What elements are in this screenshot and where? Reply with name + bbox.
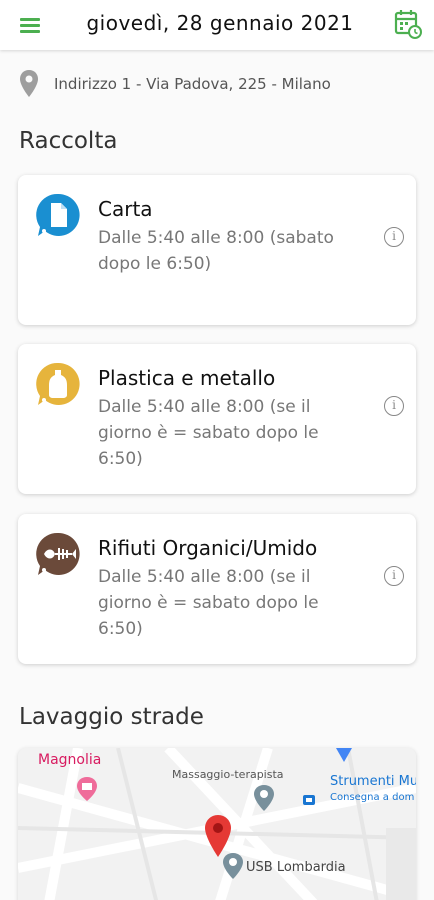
address-row[interactable]: Indirizzo 1 - Via Padova, 225 - Milano [18,66,331,102]
card-title: Plastica e metallo [98,366,276,390]
card-description: Dalle 5:40 alle 8:00 (se il giorno è = s… [98,567,319,639]
location-pin-icon [20,70,38,97]
card-title: Carta [98,197,153,221]
map-view[interactable]: Magnolia Massaggio-terapista Strumenti M… [18,748,416,900]
calendar-icon[interactable] [394,9,422,39]
app-bar: giovedì, 28 gennaio 2021 [0,0,434,50]
fish-bone-icon [36,532,80,575]
info-icon[interactable]: i [384,396,404,416]
map-label-strumenti: Strumenti Mu [330,774,416,789]
card-description: Dalle 5:40 alle 8:00 (sabato dopo le 6:5… [98,228,334,274]
card-description: Dalle 5:40 alle 8:00 (se il giorno è = s… [98,397,319,469]
map-label-massaggio: Massaggio-terapista [172,768,284,781]
paper-icon [36,193,80,236]
navigation-arrow-icon [336,748,352,762]
place-pin-icon [254,785,274,811]
collection-card-paper[interactable]: Carta Dalle 5:40 alle 8:00 (sabato dopo … [18,175,416,325]
map-label-usb: USB Lombardia [246,860,346,875]
map-label-magnolia: Magnolia [38,752,102,768]
address-text: Indirizzo 1 - Via Padova, 225 - Milano [54,75,331,93]
section-title-collection: Raccolta [19,128,118,154]
card-title: Rifiuti Organici/Umido [98,536,318,560]
place-pin-icon [223,853,243,879]
page-title: giovedì, 28 gennaio 2021 [86,11,354,35]
section-title-street-cleaning: Lavaggio strade [19,704,204,730]
collection-card-plastic[interactable]: Plastica e metallo Dalle 5:40 alle 8:00 … [18,344,416,494]
bottle-icon [36,362,80,405]
info-icon[interactable]: i [384,227,404,247]
info-icon[interactable]: i [384,566,404,586]
shop-pin-icon [77,777,97,801]
menu-icon[interactable] [18,14,44,36]
shopping-bag-icon [303,795,315,805]
collection-card-organic[interactable]: Rifiuti Organici/Umido Dalle 5:40 alle 8… [18,514,416,664]
map-label-consegna: Consegna a dom [330,792,415,803]
